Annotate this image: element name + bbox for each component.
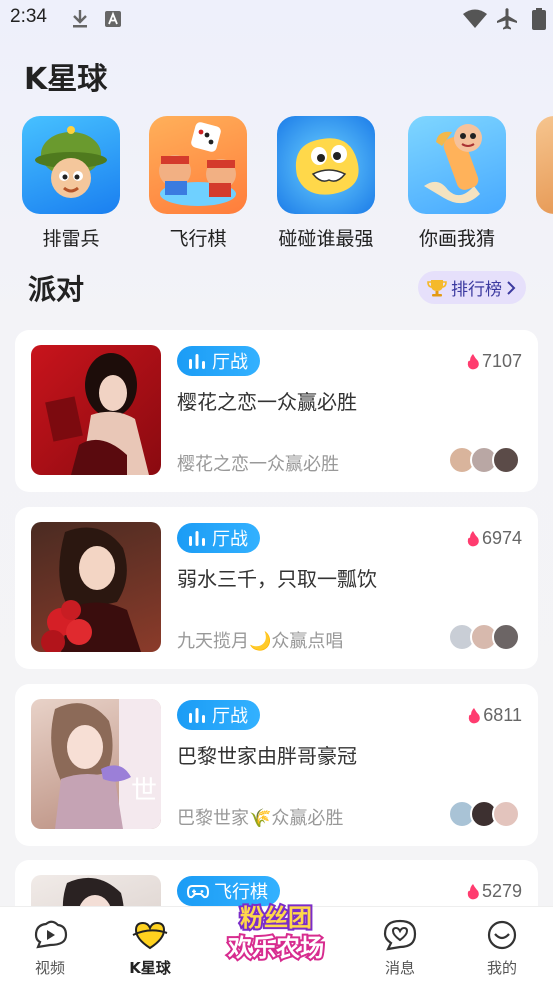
nav-item-video[interactable]: 视频 <box>10 919 90 978</box>
flame-icon <box>467 354 479 370</box>
promo-text-line-1: 粉丝团 <box>240 904 312 932</box>
status-time: 2:34 <box>10 6 47 27</box>
trophy-icon <box>427 279 447 296</box>
room-heat-value: 7107 <box>481 351 522 371</box>
room-tag: 厅战 <box>177 523 260 553</box>
nav-item-messages[interactable]: 消息 <box>360 919 440 978</box>
room-title: 樱花之恋一众赢必胜 <box>177 390 357 414</box>
message-icon <box>383 919 417 951</box>
room-tag-label: 厅战 <box>212 706 248 727</box>
promo-text-line-2: 欢乐农场 <box>227 934 324 962</box>
video-icon <box>34 920 68 949</box>
bar-chart-icon <box>189 531 205 546</box>
avatar <box>492 446 520 474</box>
game-item-draw-guess[interactable]: 你画我猜 <box>402 116 512 251</box>
leaderboard-button[interactable]: 排行榜 <box>418 271 526 304</box>
game-name: 你画我猜 <box>418 228 495 250</box>
room-cover-image <box>31 345 161 475</box>
profile-icon <box>487 920 517 950</box>
flame-icon <box>469 708 481 724</box>
flame-icon <box>467 884 479 900</box>
game-item-ludo[interactable]: 飞行棋 <box>143 116 253 251</box>
room-member-avatars <box>448 446 522 476</box>
room-title: 弱水三千，只取一瓢饮 <box>177 567 377 591</box>
avatar <box>492 800 520 828</box>
nav-item-profile[interactable]: 我的 <box>462 919 542 978</box>
room-heat-value: 6974 <box>481 528 522 548</box>
room-tag: 厅战 <box>177 700 260 730</box>
bar-chart-icon <box>189 708 205 723</box>
page-title: K星球 <box>24 62 108 97</box>
fan-farm-promo-button[interactable]: 粉丝团 欢乐农场 <box>218 896 334 966</box>
room-heat: 6811 <box>467 705 522 726</box>
room-cover-image <box>31 522 161 652</box>
nav-label: 我的 <box>486 959 517 977</box>
nav-label: 消息 <box>384 959 415 977</box>
minesweeper-soldier-icon <box>22 116 120 214</box>
game-name: 排雷兵 <box>42 228 100 250</box>
nav-label: 视频 <box>34 959 65 977</box>
room-card[interactable]: 世 厅战 6811 巴黎世家由胖哥豪冠 巴黎世家🌾众赢必胜 <box>15 684 538 846</box>
gamepad-icon <box>187 885 209 899</box>
ludo-dice-icon <box>149 116 247 214</box>
download-icon <box>73 10 87 28</box>
room-cover-image: 世 <box>31 699 161 829</box>
room-heat: 5279 <box>466 881 522 902</box>
room-heat-value: 6811 <box>483 705 522 725</box>
section-title-party: 派对 <box>28 273 85 306</box>
room-member-avatars <box>448 623 522 653</box>
room-heat-value: 5279 <box>481 881 522 901</box>
fan-farm-promo-logo: 粉丝团 欢乐农场 <box>225 902 326 964</box>
airplane-icon <box>497 8 517 30</box>
room-tag-label: 厅战 <box>212 529 248 550</box>
status-bar: 2:34 <box>0 0 553 40</box>
flame-icon <box>467 531 479 547</box>
game-item-partial[interactable] <box>536 116 553 214</box>
game-item-minesweeper[interactable]: 排雷兵 <box>16 116 126 251</box>
draw-guess-pencil-icon <box>408 116 506 214</box>
room-subtitle: 樱花之恋一众赢必胜 <box>177 454 339 475</box>
bar-chart-icon <box>189 354 205 369</box>
room-subtitle: 九天揽月🌙众赢点唱 <box>177 631 344 652</box>
nav-label: K星球 <box>129 959 171 977</box>
game-item-bumper[interactable]: 碰碰谁最强 <box>271 116 381 251</box>
wifi-icon <box>463 9 487 28</box>
room-tag-label: 厅战 <box>212 352 248 373</box>
room-card[interactable]: 厅战 6974 弱水三千，只取一瓢饮 九天揽月🌙众赢点唱 <box>15 507 538 669</box>
room-subtitle: 巴黎世家🌾众赢必胜 <box>177 808 344 829</box>
battery-icon <box>532 8 546 30</box>
room-heat: 7107 <box>466 351 522 372</box>
heart-planet-icon <box>132 921 168 950</box>
avatar <box>492 623 520 651</box>
nav-item-kplanet[interactable]: K星球 <box>110 919 190 978</box>
room-member-avatars <box>448 800 522 830</box>
bumper-blob-icon <box>277 116 375 214</box>
room-tag: 厅战 <box>177 346 260 376</box>
chevron-right-icon <box>507 280 516 295</box>
game-name: 碰碰谁最强 <box>278 228 374 250</box>
room-title: 巴黎世家由胖哥豪冠 <box>177 744 357 768</box>
leaderboard-label: 排行榜 <box>451 280 502 300</box>
room-card[interactable]: 厅战 7107 樱花之恋一众赢必胜 樱花之恋一众赢必胜 <box>15 330 538 492</box>
game-name: 飞行棋 <box>169 228 227 250</box>
svg-text:世: 世 <box>131 776 157 806</box>
room-heat: 6974 <box>466 528 522 549</box>
keyboard-a-icon <box>105 11 121 27</box>
